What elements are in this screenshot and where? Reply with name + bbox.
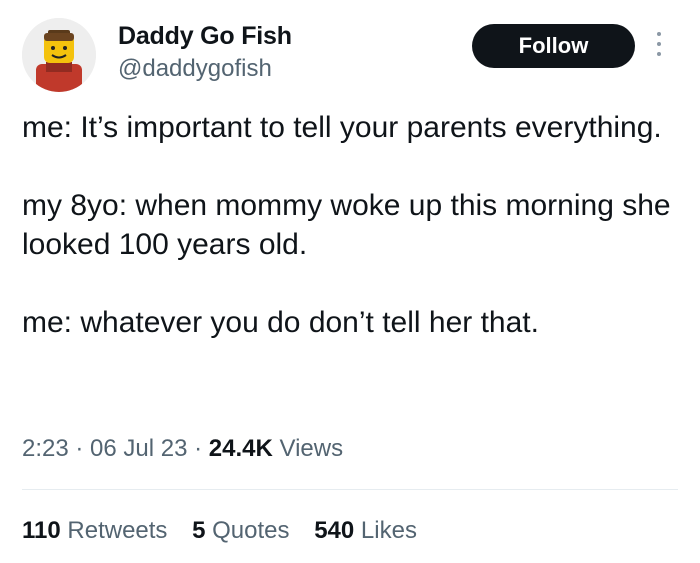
quotes-label: Quotes — [212, 517, 290, 544]
follow-button[interactable]: Follow — [472, 24, 635, 68]
views-label: Views — [279, 435, 344, 462]
likes-stat[interactable]: 540 Likes — [314, 517, 417, 544]
meta-separator: · — [187, 435, 209, 462]
tweet-date[interactable]: 06 Jul 23 — [90, 435, 187, 462]
tweet-text: me: It’s important to tell your parents … — [22, 108, 672, 342]
tweet-paragraph: my 8yo: when mommy woke up this morning … — [22, 189, 671, 261]
author-handle[interactable]: @daddygofish — [118, 54, 292, 84]
views-count: 24.4K — [208, 435, 273, 462]
divider — [22, 489, 678, 490]
tweet-paragraph: me: whatever you do don’t tell her that. — [22, 306, 539, 339]
engagement-stats: 110 Retweets 5 Quotes 540 Likes — [22, 515, 435, 547]
retweets-label: Retweets — [67, 517, 168, 544]
author-info: Daddy Go Fish @daddygofish — [118, 20, 292, 84]
meta-separator: · — [68, 435, 91, 462]
quotes-stat[interactable]: 5 Quotes — [192, 517, 289, 544]
likes-count: 540 — [314, 517, 355, 544]
more-vertical-icon[interactable] — [651, 32, 667, 62]
tweet-paragraph: me: It’s important to tell your parents … — [22, 111, 662, 144]
avatar[interactable] — [22, 18, 96, 92]
lego-figure-avatar-image — [22, 18, 96, 92]
tweet-time[interactable]: 2:23 — [22, 435, 69, 462]
retweets-stat[interactable]: 110 Retweets — [22, 517, 167, 544]
author-display-name[interactable]: Daddy Go Fish — [118, 20, 292, 52]
retweets-count: 110 — [22, 517, 61, 544]
likes-label: Likes — [360, 517, 417, 544]
tweet-meta: 2:23 · 06 Jul 23 · 24.4K Views — [22, 433, 343, 465]
quotes-count: 5 — [192, 517, 206, 544]
